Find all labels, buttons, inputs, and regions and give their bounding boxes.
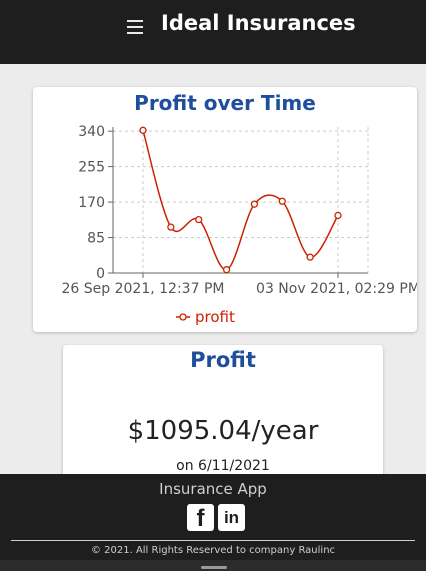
legend-marker [179, 313, 187, 321]
footer-title: Insurance App [159, 480, 267, 498]
x-tick-label: 03 Nov 2021, 02:29 PM [256, 281, 417, 297]
y-tick-label: 255 [78, 160, 105, 176]
y-tick-label: 0 [96, 266, 105, 282]
profit-date: on 6/11/2021 [176, 458, 270, 474]
hamburger-menu-icon[interactable] [125, 17, 145, 37]
data-point [334, 211, 342, 220]
profit-summary-card: Profit $1095.04/year on 6/11/2021 [63, 345, 383, 485]
copyright-text: © 2021. All Rights Reserved to company R… [90, 545, 336, 556]
chart-title: Profit over Time [134, 91, 316, 115]
app-header: Ideal Insurances [0, 0, 426, 64]
profit-chart-card: Profit over Time 0 85 170 255 340 26 Sep 2021,… [33, 87, 420, 332]
facebook-icon[interactable]: f [187, 504, 214, 532]
footer-divider [11, 540, 415, 541]
app-title: Ideal Insurances [161, 11, 356, 35]
data-point [278, 197, 286, 205]
y-tick-label: 85 [87, 231, 105, 247]
data-point [139, 126, 147, 134]
x-tick-label: 26 Sep 2021, 12:37 PM [62, 281, 225, 297]
profit-line-chart: Profit over Time 0 85 170 255 340 26 Sep 2021,… [62, 91, 420, 326]
legend-label: profit [195, 308, 235, 326]
data-point [195, 215, 203, 224]
y-tick-label: 340 [78, 124, 105, 140]
profit-series-line [142, 130, 339, 271]
footer: Insurance App f in © 2021. All Rights Re… [0, 474, 426, 560]
data-point [250, 200, 259, 208]
data-point [167, 223, 175, 231]
linkedin-icon[interactable]: in [218, 504, 245, 531]
data-point [306, 253, 314, 261]
profit-amount: $1095.04/year [127, 416, 319, 446]
y-tick-label: 170 [78, 195, 105, 211]
home-indicator[interactable] [201, 566, 227, 569]
profit-card-title: Profit [190, 348, 256, 372]
data-point [222, 266, 231, 274]
